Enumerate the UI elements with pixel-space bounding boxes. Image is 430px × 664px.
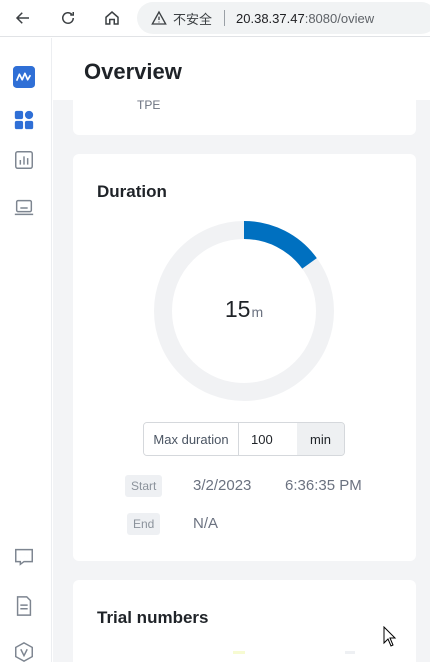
back-arrow-icon[interactable] [12, 7, 34, 29]
reload-icon[interactable] [57, 7, 79, 29]
trial-highlight [233, 651, 245, 654]
start-date: 3/2/2023 [193, 477, 252, 494]
page-header: Overview [53, 38, 430, 100]
end-value: N/A [193, 515, 219, 532]
ring-progress [243, 221, 317, 269]
end-row: End N/A [125, 513, 425, 535]
duration-readout: 15m [153, 296, 335, 323]
start-tag: Start [125, 475, 163, 497]
sidebar [0, 38, 52, 664]
dashboard-icon[interactable] [12, 108, 36, 132]
url-divider [224, 10, 226, 26]
document-icon[interactable] [12, 594, 36, 618]
main-content: TPE Overview Duration 15m Max duration m… [53, 38, 430, 662]
address-bar[interactable]: 不安全 20.38.37.47:8080/oview [137, 2, 430, 34]
duration-unit: m [251, 304, 264, 320]
laptop-icon[interactable] [12, 196, 36, 220]
chat-icon[interactable] [12, 545, 36, 569]
v-badge-icon[interactable] [12, 640, 36, 664]
max-duration-unit: min [297, 423, 344, 455]
start-time: 6:36:35 PM [285, 477, 362, 494]
mouse-cursor-icon [383, 626, 397, 647]
page-title: Overview [84, 59, 182, 84]
browser-toolbar: 不安全 20.38.37.47:8080/oview [0, 0, 430, 37]
home-icon[interactable] [101, 7, 123, 29]
bar-chart-icon[interactable] [12, 148, 36, 172]
duration-value: 15 [224, 296, 251, 322]
duration-gauge: 15m [153, 220, 335, 402]
end-tag: End [127, 513, 161, 535]
security-status[interactable]: 不安全 [173, 9, 212, 28]
duration-card: Duration 15m Max duration min Start 3/2/… [73, 154, 416, 561]
max-duration-field: Max duration min [143, 422, 345, 456]
start-row: Start 3/2/2023 6:36:35 PM [125, 475, 425, 497]
trial-card: Trial numbers [73, 580, 416, 662]
duration-title: Duration [97, 182, 167, 201]
trial-title: Trial numbers [97, 608, 209, 627]
max-duration-input[interactable] [239, 423, 297, 455]
logo-icon[interactable] [12, 65, 36, 89]
airport-code: TPE [137, 98, 161, 112]
trial-highlight [345, 651, 355, 654]
url-host[interactable]: 20.38.37.47 [236, 11, 305, 26]
max-duration-label: Max duration [144, 423, 239, 455]
url-path[interactable]: :8080/oview [305, 11, 374, 26]
warning-icon[interactable] [151, 10, 167, 26]
